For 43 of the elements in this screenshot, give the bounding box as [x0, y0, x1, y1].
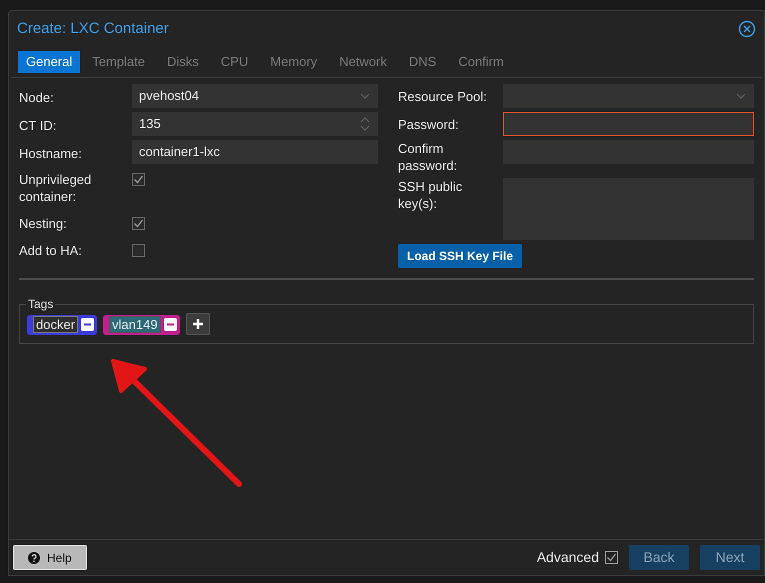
- add-tag-button[interactable]: [186, 313, 210, 335]
- tag-input[interactable]: vlan149: [109, 316, 161, 333]
- chevron-down-icon: [360, 93, 370, 99]
- remove-tag-icon[interactable]: [81, 318, 94, 331]
- back-button[interactable]: Back: [629, 545, 689, 570]
- tab[interactable]: Template: [84, 51, 153, 73]
- chevron-down-icon: [736, 93, 746, 99]
- field-label: Password:: [398, 116, 460, 132]
- field-label: Node:: [19, 89, 55, 106]
- help-button[interactable]: Help: [13, 545, 87, 570]
- next-button[interactable]: Next: [700, 545, 760, 570]
- field-label: Unprivileged container:: [19, 171, 92, 205]
- plus-icon: [192, 318, 204, 330]
- tab[interactable]: General: [18, 51, 80, 73]
- field-label: Nesting:: [19, 215, 68, 232]
- tag-input[interactable]: docker: [33, 316, 78, 333]
- checkbox[interactable]: [132, 173, 145, 186]
- tab[interactable]: Memory: [262, 51, 326, 73]
- checkbox[interactable]: [132, 217, 145, 230]
- close-icon[interactable]: [738, 20, 756, 38]
- tab[interactable]: Network: [331, 51, 395, 73]
- field-label: CT ID:: [19, 117, 58, 134]
- tab[interactable]: Confirm: [450, 51, 512, 73]
- help-icon: [28, 552, 40, 564]
- number-field[interactable]: 135: [132, 112, 378, 136]
- spinner-icon: [360, 117, 370, 131]
- node-dropdown[interactable]: pvehost04: [132, 84, 378, 108]
- field-label: SSH public key(s):: [398, 178, 464, 212]
- load-ssh-key-button[interactable]: Load SSH Key File: [398, 244, 522, 268]
- tab[interactable]: DNS: [400, 51, 444, 73]
- remove-tag-icon[interactable]: [164, 318, 177, 331]
- advanced-label: Advanced: [536, 548, 599, 567]
- input-field[interactable]: [503, 112, 754, 136]
- field-label: Hostname:: [19, 145, 83, 162]
- input-field[interactable]: container1-lxc: [132, 140, 378, 164]
- advanced-checkbox[interactable]: [605, 551, 618, 564]
- tab[interactable]: Disks: [159, 51, 207, 73]
- field-label: Resource Pool:: [398, 88, 488, 104]
- checkbox[interactable]: [132, 244, 145, 257]
- field-label: Confirm password:: [398, 140, 458, 174]
- tab[interactable]: CPU: [212, 51, 256, 73]
- field-label: Add to HA:: [19, 242, 83, 259]
- window-title: Create: LXC Container: [17, 18, 169, 39]
